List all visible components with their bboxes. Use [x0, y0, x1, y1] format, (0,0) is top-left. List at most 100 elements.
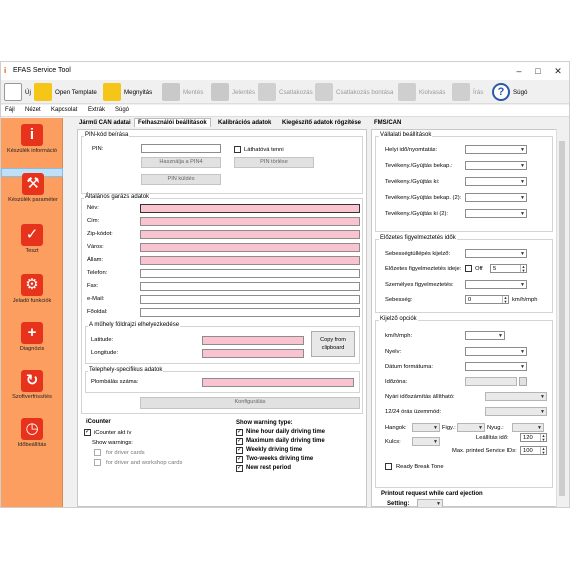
- menu-view[interactable]: Nézet: [25, 107, 41, 113]
- warning-two-weeks-checkbox[interactable]: ✓: [236, 456, 243, 463]
- tab-user-settings[interactable]: Felhasználói beállítások: [134, 118, 211, 127]
- delete-pin-button[interactable]: PIN törlése: [234, 157, 314, 168]
- tab-additional-data[interactable]: Kiegészítő adatok rögzítése: [282, 120, 361, 126]
- ack-sound-select[interactable]: ▼: [512, 423, 544, 432]
- minimize-icon[interactable]: –: [513, 65, 525, 77]
- chevron-down-icon: ▼: [520, 147, 525, 153]
- warning-max-daily-checkbox[interactable]: ✓: [236, 438, 243, 445]
- maximize-icon[interactable]: □: [532, 65, 544, 77]
- max-printed-spinner[interactable]: 100 ▲ ▼: [520, 446, 547, 455]
- help-button[interactable]: ? Súgó: [492, 82, 527, 102]
- homepage-input[interactable]: [140, 308, 360, 317]
- warning-weekly-checkbox[interactable]: ✓: [236, 447, 243, 454]
- copy-from-clipboard-button[interactable]: Copy from clipboard: [311, 331, 355, 357]
- driver-cards-checkbox[interactable]: [94, 449, 101, 456]
- date-format-select[interactable]: ▼: [465, 362, 527, 371]
- nav-software-update[interactable]: ↻ Szoftverfrissítés: [1, 366, 63, 412]
- warning-rest-checkbox[interactable]: ✓: [236, 465, 243, 472]
- idle-time-spinner[interactable]: 120 ▲ ▼: [520, 433, 547, 442]
- configure-button[interactable]: Konfigurálás: [140, 397, 360, 409]
- show-pin-checkbox[interactable]: [234, 146, 241, 153]
- address-input[interactable]: [140, 217, 360, 226]
- report-label: Jelentés: [232, 88, 256, 96]
- spinner-arrows-icon[interactable]: ▲ ▼: [502, 296, 508, 303]
- zip-input[interactable]: [140, 230, 360, 239]
- language-label: Nyelv:: [385, 349, 402, 355]
- prewarn-time-spinner[interactable]: 5 ▲ ▼: [490, 264, 527, 273]
- personal-warning-select[interactable]: ▼: [465, 280, 527, 289]
- spinner-arrows-icon[interactable]: ▲ ▼: [520, 265, 526, 272]
- scrollbar-thumb[interactable]: [559, 141, 565, 496]
- nav-signal-functions[interactable]: ⚙ Jeladó funkciók: [1, 270, 63, 316]
- menu-help[interactable]: Súgó: [115, 107, 129, 113]
- activity-on-select[interactable]: ▼: [465, 161, 527, 170]
- activity-off2-select[interactable]: ▼: [465, 209, 527, 218]
- state-input[interactable]: [140, 256, 360, 265]
- menu-connection[interactable]: Kapcsolat: [51, 107, 77, 113]
- longitude-input[interactable]: [202, 349, 304, 358]
- seal-number-input[interactable]: [202, 378, 354, 387]
- language-select[interactable]: ▼: [465, 347, 527, 356]
- open-template-button[interactable]: Open Template: [34, 82, 97, 102]
- overspeed-select[interactable]: ▼: [465, 249, 527, 258]
- save-button[interactable]: Mentés: [162, 82, 203, 102]
- open-label: Megnyitás: [124, 88, 153, 96]
- garage-group-title: Általános garázs adatok: [84, 194, 151, 200]
- key-sound-select[interactable]: ▼: [412, 437, 440, 446]
- plug-icon: [258, 83, 276, 101]
- vertical-scrollbar[interactable]: [556, 129, 566, 507]
- use-pin4-button[interactable]: Használja a PIN4: [141, 157, 221, 168]
- new-button[interactable]: Új: [4, 82, 31, 102]
- activity-off-select[interactable]: ▼: [465, 177, 527, 186]
- email-input[interactable]: [140, 295, 360, 304]
- fax-input[interactable]: [140, 282, 360, 291]
- disconnect-button[interactable]: Csatlakozás bontása: [315, 82, 393, 102]
- driver-workshop-checkbox[interactable]: [94, 459, 101, 466]
- nav-test[interactable]: ✓ Teszt: [1, 220, 63, 266]
- write-button[interactable]: Írás: [452, 82, 483, 102]
- tab-fms-can[interactable]: FMS/CAN: [374, 120, 401, 126]
- city-input[interactable]: [140, 243, 360, 252]
- phone-input[interactable]: [140, 269, 360, 278]
- local-time-select[interactable]: ▼: [465, 145, 527, 154]
- nav-diagnosis[interactable]: + Diagnózis: [1, 318, 63, 364]
- activity-on2-select[interactable]: ▼: [465, 193, 527, 202]
- ready-break-checkbox[interactable]: [385, 463, 392, 470]
- nav-time-setting[interactable]: ◷ Időbeállítás: [1, 414, 63, 460]
- nav-device-info[interactable]: i Készülék információ: [1, 120, 63, 166]
- menu-extras[interactable]: Extrák: [88, 107, 105, 113]
- report-button[interactable]: Jelentés: [211, 82, 255, 102]
- city-label: Város:: [87, 244, 104, 250]
- icounter-active-checkbox[interactable]: ✓: [84, 429, 91, 436]
- speed-spinner[interactable]: 0 ▲ ▼: [465, 295, 509, 304]
- tab-vehicle-can[interactable]: Jármű CAN adatai: [79, 120, 131, 126]
- close-icon[interactable]: ✕: [552, 65, 564, 77]
- warning-nine-hour-checkbox[interactable]: ✓: [236, 429, 243, 436]
- open-button[interactable]: Megnyitás: [103, 82, 152, 102]
- chevron-down-icon: ▼: [520, 364, 525, 370]
- prewarn-off-checkbox[interactable]: [465, 265, 472, 272]
- spinner-arrows-icon[interactable]: ▲ ▼: [540, 434, 546, 441]
- latitude-input[interactable]: [202, 336, 304, 345]
- connect-button[interactable]: Csatlakozás: [258, 82, 313, 102]
- prewarning-group-title: Előzetes figyelmeztetés idők: [379, 235, 457, 241]
- timezone-picker-button[interactable]: [519, 377, 527, 386]
- chevron-down-icon: ▼: [537, 425, 542, 431]
- warning-sound-select[interactable]: ▼: [457, 423, 485, 432]
- send-pin-button[interactable]: PIN küldés: [141, 174, 221, 185]
- hour-mode-select[interactable]: ▼: [485, 407, 547, 416]
- printout-setting-select[interactable]: ▼: [417, 499, 443, 507]
- read-button[interactable]: Kiolvasás: [398, 82, 445, 102]
- daylight-select[interactable]: ▼: [485, 392, 547, 401]
- timezone-select[interactable]: [465, 377, 517, 386]
- menu-file[interactable]: Fájl: [5, 107, 15, 113]
- sounds-select[interactable]: ▼: [412, 423, 440, 432]
- nav-device-params[interactable]: ⚒ Készülék paraméter: [1, 168, 63, 203]
- pin-group-title: PIN-kód beírása: [84, 132, 130, 138]
- pin-input[interactable]: [141, 144, 221, 153]
- tab-calibration[interactable]: Kalibrációs adatok: [218, 120, 271, 126]
- local-time-label: Helyi idő/nyomtatás:: [385, 147, 438, 153]
- name-input[interactable]: [140, 204, 360, 213]
- kmh-select[interactable]: ▼: [465, 331, 505, 340]
- spinner-arrows-icon[interactable]: ▲ ▼: [540, 447, 546, 454]
